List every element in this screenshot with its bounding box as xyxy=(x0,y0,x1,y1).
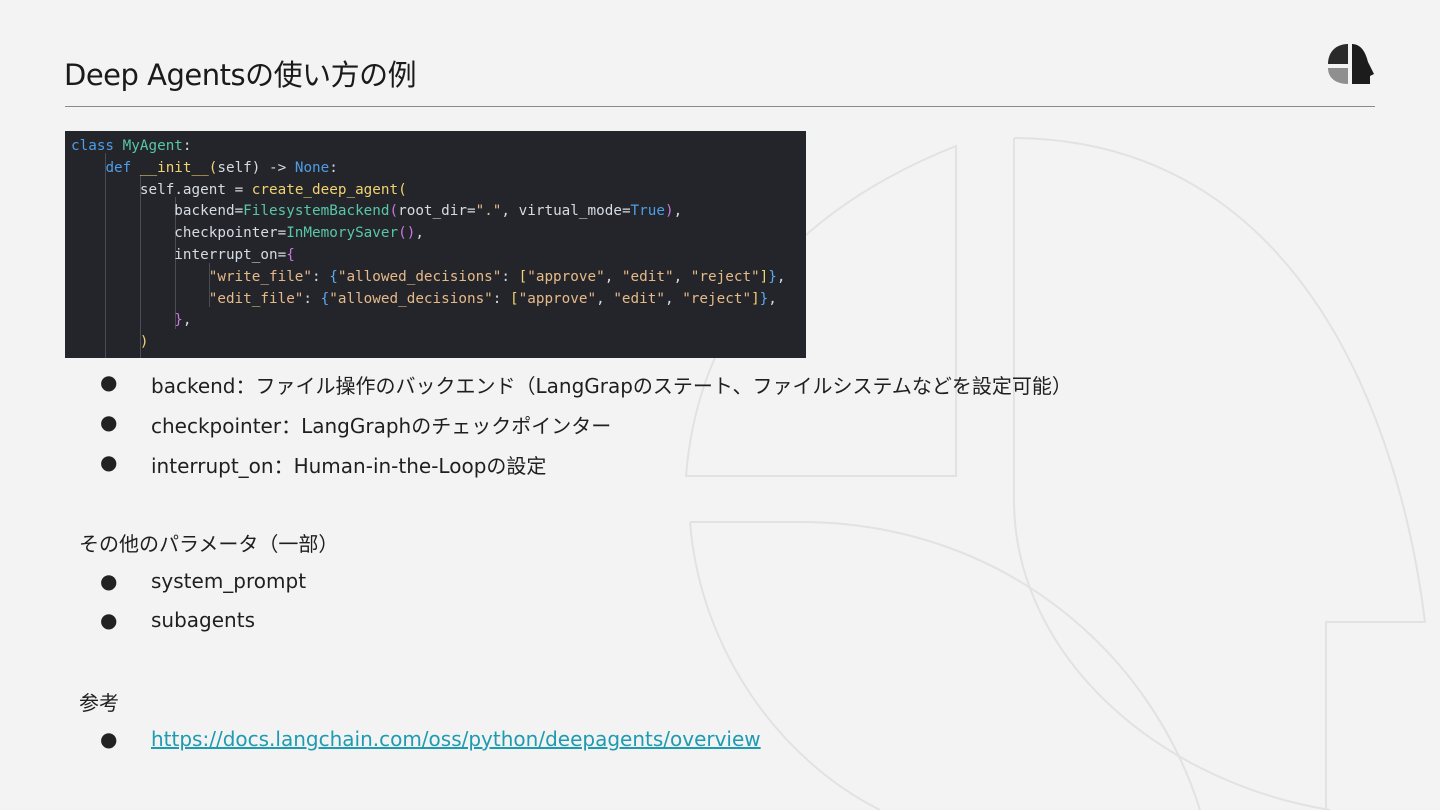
bullet-marker: ● xyxy=(100,450,118,474)
code-line: interrupt_on={ xyxy=(174,247,295,263)
bullet-marker: ● xyxy=(100,727,118,751)
bullet-marker: ● xyxy=(100,410,118,434)
param-system-prompt: system_prompt xyxy=(151,569,307,593)
code-line: "write_file": {"allowed_decisions": ["ap… xyxy=(208,268,786,285)
references-heading: 参考 xyxy=(79,691,119,715)
title-divider xyxy=(65,106,1375,107)
background-decoration xyxy=(684,137,1427,810)
code-line: class MyAgent: xyxy=(71,138,192,154)
bullet-backend: backend：ファイル操作のバックエンド（LangGrapのステート、ファイル… xyxy=(151,374,1072,398)
code-line: "edit_file": {"allowed_decisions": ["app… xyxy=(208,290,777,307)
company-logo-icon xyxy=(1328,44,1374,84)
code-block: class MyAgent: def __init__(self) -> Non… xyxy=(65,131,806,358)
bullet-marker: ● xyxy=(100,608,118,632)
params-heading: その他のパラメータ（一部） xyxy=(79,532,339,556)
code-line: def __init__(self) -> None: xyxy=(105,159,338,176)
bullet-interrupt-on: interrupt_on：Human-in-the-Loopの設定 xyxy=(151,454,547,478)
bullet-checkpointer: checkpointer：LangGraphのチェックポインター xyxy=(151,414,612,438)
code-line: ) xyxy=(139,334,149,351)
code-line: backend=FilesystemBackend(root_dir=".", … xyxy=(174,203,683,220)
bullet-marker: ● xyxy=(100,569,118,593)
param-subagents: subagents xyxy=(151,608,255,632)
code-line: self.agent = create_deep_agent( xyxy=(139,181,407,198)
reference-link[interactable]: https://docs.langchain.com/oss/python/de… xyxy=(151,727,761,751)
slide-title: Deep Agentsの使い方の例 xyxy=(64,58,417,92)
bullet-marker: ● xyxy=(100,370,118,394)
code-line: checkpointer=InMemorySaver(), xyxy=(174,225,424,242)
code-line: }, xyxy=(174,312,192,329)
